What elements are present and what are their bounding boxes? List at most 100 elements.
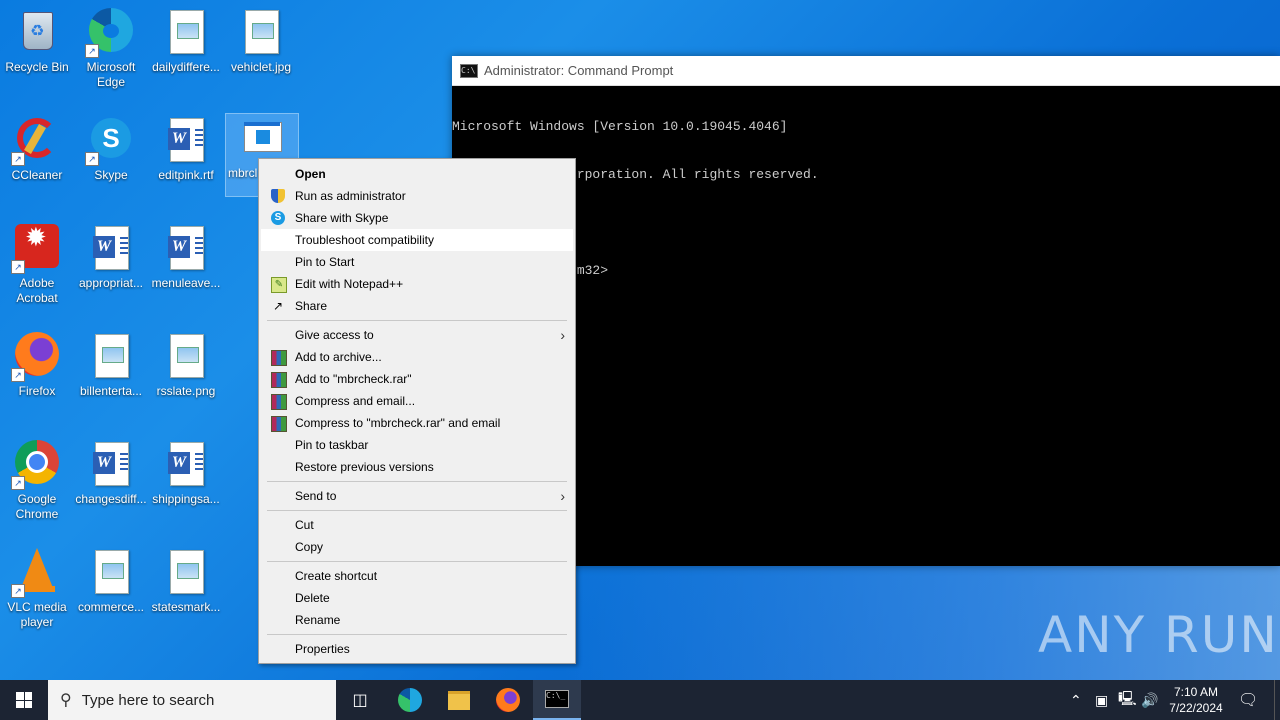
desktop-icon-commerce[interactable]: commerce... <box>75 548 147 615</box>
desktop-icon-rsslate[interactable]: rsslate.png <box>150 332 222 399</box>
desktop-icon-ccleaner[interactable]: ↗ CCleaner <box>1 116 73 183</box>
menu-item-create-shortcut[interactable]: Create shortcut <box>261 565 573 587</box>
task-view-button[interactable]: ◫ <box>336 680 384 720</box>
winrar-icon <box>271 350 287 366</box>
menu-item-compress-to-rar-and-email[interactable]: Compress to "mbrcheck.rar" and email <box>261 412 573 434</box>
desktop-icon-appropriat[interactable]: W appropriat... <box>75 224 147 291</box>
adobe-acrobat-icon: ✹ ↗ <box>11 224 61 274</box>
desktop-icon-skype[interactable]: S ↗ Skype <box>75 116 147 183</box>
shortcut-arrow-icon: ↗ <box>11 260 25 274</box>
cmd-icon: C:\_ <box>545 690 569 708</box>
desktop-icon-microsoft-edge[interactable]: ↗ Microsoft Edge <box>75 8 147 90</box>
cmd-console[interactable]: Microsoft Windows [Version 10.0.19045.40… <box>452 86 1280 311</box>
menu-item-pin-to-start[interactable]: Pin to Start <box>261 251 573 273</box>
desktop-icon-label: appropriat... <box>78 276 144 290</box>
taskbar-clock[interactable]: 7:10 AM 7/22/2024 <box>1158 684 1234 716</box>
image-file-icon <box>162 548 210 596</box>
menu-item-rename[interactable]: Rename <box>261 609 573 631</box>
chevron-right-icon: › <box>560 488 565 504</box>
desktop-icon-billenterta[interactable]: billenterta... <box>75 332 147 399</box>
shortcut-arrow-icon: ↗ <box>85 44 99 58</box>
command-prompt-window[interactable]: C:\ Administrator: Command Prompt Micros… <box>452 56 1280 566</box>
menu-item-troubleshoot-compatibility[interactable]: Troubleshoot compatibility <box>261 229 573 251</box>
menu-item-label: Compress and email... <box>295 394 416 408</box>
cmd-line: Microsoft Windows [Version 10.0.19045.40… <box>452 119 788 134</box>
tray-network[interactable]: 🖳 <box>1118 680 1137 720</box>
taskbar-firefox-button[interactable] <box>484 680 532 720</box>
desktop-icon-firefox[interactable]: ↗ Firefox <box>1 332 73 399</box>
menu-item-properties[interactable]: Properties <box>261 638 573 660</box>
menu-item-label: Restore previous versions <box>295 460 434 474</box>
desktop-icon-menuleave[interactable]: W menuleave... <box>150 224 222 291</box>
menu-item-add-to-rar[interactable]: Add to "mbrcheck.rar" <box>261 368 573 390</box>
desktop-icon-label: VLC media player <box>7 600 67 629</box>
cmd-titlebar[interactable]: C:\ Administrator: Command Prompt <box>452 56 1280 86</box>
menu-item-share[interactable]: ↗ Share <box>261 295 573 317</box>
menu-item-label: Properties <box>295 642 350 656</box>
network-icon: 🖳 <box>1118 690 1137 706</box>
show-desktop-button[interactable] <box>1274 680 1275 720</box>
menu-item-edit-with-notepadpp[interactable]: ✎ Edit with Notepad++ <box>261 273 573 295</box>
desktop-icon-statesmark[interactable]: statesmark... <box>150 548 222 615</box>
tray-volume[interactable]: 🔊 <box>1141 680 1158 720</box>
menu-separator <box>267 481 567 482</box>
desktop-icon-shippingsa[interactable]: W shippingsa... <box>150 440 222 507</box>
menu-item-pin-to-taskbar[interactable]: Pin to taskbar <box>261 434 573 456</box>
cmd-title: Administrator: Command Prompt <box>484 63 674 78</box>
desktop-icon-label: Recycle Bin <box>5 60 69 74</box>
desktop-icon-google-chrome[interactable]: ↗ Google Chrome <box>1 440 73 522</box>
menu-item-add-to-archive[interactable]: Add to archive... <box>261 346 573 368</box>
tray-app-icon[interactable]: ▣ <box>1095 680 1108 720</box>
desktop-icon-label: mbrcl <box>228 166 258 180</box>
action-center-button[interactable]: 🗨 <box>1238 680 1258 720</box>
desktop-icon-editpink[interactable]: W editpink.rtf <box>150 116 222 183</box>
taskbar-cmd-button[interactable]: C:\_ <box>533 680 581 720</box>
word-document-icon: W <box>162 440 210 488</box>
application-icon <box>238 114 286 162</box>
tray-chevron[interactable]: ⌃ <box>1070 680 1082 720</box>
image-file-icon <box>87 548 135 596</box>
menu-item-share-with-skype[interactable]: S Share with Skype <box>261 207 573 229</box>
menu-item-label: Share with Skype <box>295 211 389 225</box>
recycle-bin-icon: ♻ <box>13 8 61 56</box>
cmd-line: (c) Microsoft Corporation. All rights re… <box>452 167 819 182</box>
desktop-icon-vehiclet[interactable]: vehiclet.jpg <box>225 8 297 75</box>
taskbar-edge-button[interactable] <box>386 680 434 720</box>
menu-item-cut[interactable]: Cut <box>261 514 573 536</box>
menu-item-open[interactable]: Open <box>261 163 573 185</box>
uac-shield-icon <box>271 189 285 203</box>
tray-utility-icon: ▣ <box>1095 691 1109 708</box>
taskbar-file-explorer-button[interactable] <box>435 680 483 720</box>
shortcut-arrow-icon: ↗ <box>11 152 25 166</box>
menu-item-give-access-to[interactable]: Give access to › <box>261 324 573 346</box>
desktop-icon-label: changesdiff... <box>75 492 147 506</box>
edge-icon: ↗ <box>85 8 135 58</box>
firefox-icon <box>496 688 520 712</box>
menu-item-copy[interactable]: Copy <box>261 536 573 558</box>
desktop-icon-changesdiff[interactable]: W changesdiff... <box>75 440 147 507</box>
cmd-line <box>452 215 1280 231</box>
cmd-prompt-line: C:\WINDOWS\system32> <box>452 263 1280 279</box>
menu-item-label: Delete <box>295 591 330 605</box>
taskbar-search-box[interactable]: ⚲ Type here to search <box>48 680 336 720</box>
menu-item-send-to[interactable]: Send to › <box>261 485 573 507</box>
notepadpp-icon: ✎ <box>271 277 287 293</box>
menu-item-compress-and-email[interactable]: Compress and email... <box>261 390 573 412</box>
menu-separator <box>267 634 567 635</box>
menu-item-label: Send to <box>295 489 337 503</box>
start-button[interactable] <box>0 680 48 720</box>
menu-item-delete[interactable]: Delete <box>261 587 573 609</box>
menu-item-run-as-administrator[interactable]: Run as administrator <box>261 185 573 207</box>
menu-item-restore-previous-versions[interactable]: Restore previous versions <box>261 456 573 478</box>
desktop-icon-recycle-bin[interactable]: ♻ Recycle Bin <box>1 8 73 75</box>
menu-item-label: Copy <box>295 540 324 554</box>
shortcut-arrow-icon: ↗ <box>11 476 25 490</box>
menu-item-label: Run as administrator <box>295 189 406 203</box>
desktop-icon-dailydiffere[interactable]: dailydiffere... <box>150 8 222 75</box>
task-view-icon: ◫ <box>352 692 368 709</box>
anyrun-watermark: ANY RUN <box>1038 606 1279 664</box>
menu-item-label: Add to "mbrcheck.rar" <box>295 372 412 386</box>
desktop-icon-adobe-acrobat[interactable]: ✹ ↗ Adobe Acrobat <box>1 224 73 306</box>
desktop-icon-vlc[interactable]: ↗ VLC media player <box>1 548 73 630</box>
desktop-icon-label: shippingsa... <box>152 492 220 506</box>
